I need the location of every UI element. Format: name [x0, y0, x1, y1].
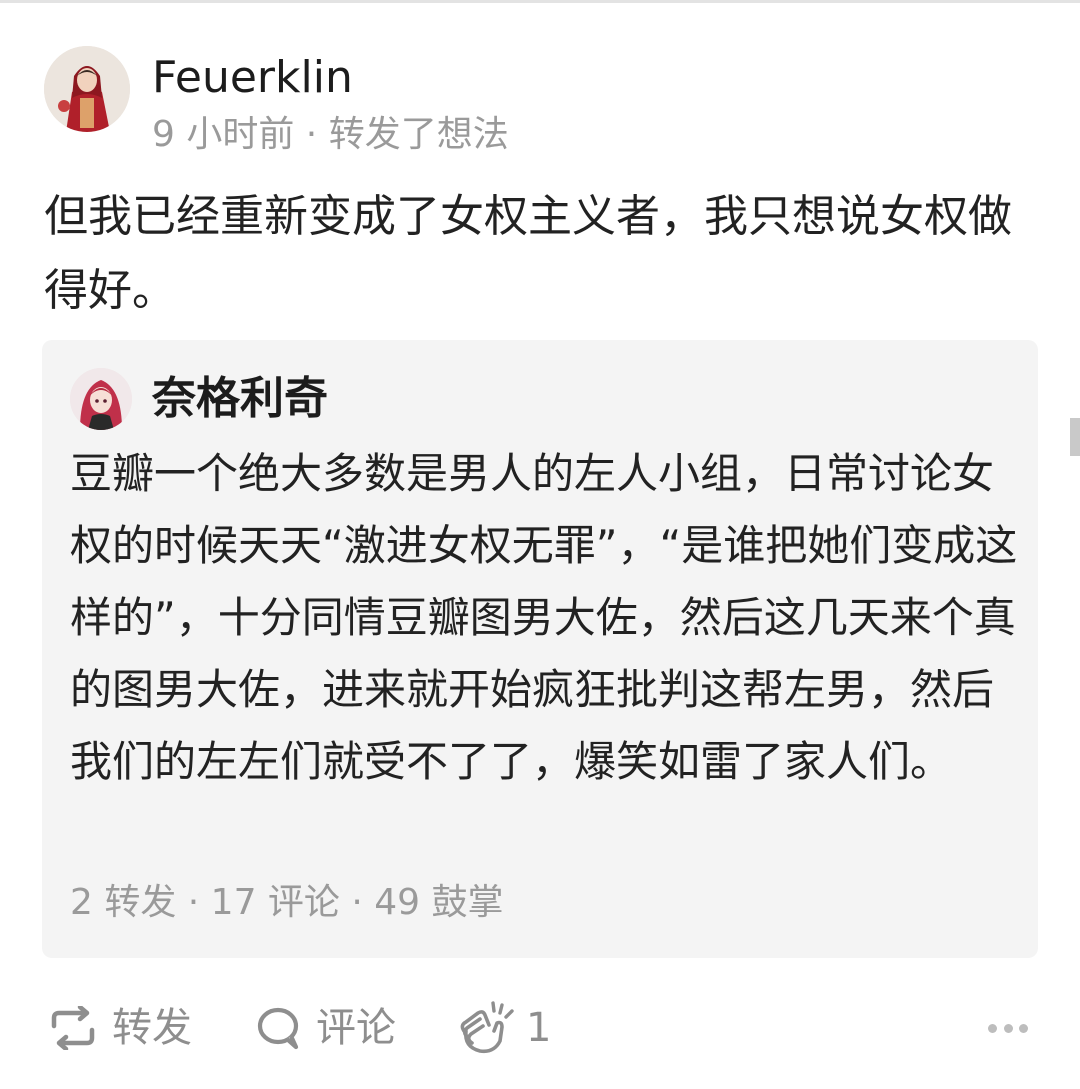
quote-stats: 2 转发 · 17 评论 · 49 鼓掌: [70, 882, 504, 923]
author-name[interactable]: Feuerklin: [152, 50, 353, 106]
status-post: Feuerklin 9 小时前 · 转发了想法 但我已经重新变成了女权主义者，我…: [0, 0, 1080, 1089]
clap-button[interactable]: 1: [456, 1000, 551, 1056]
author-avatar[interactable]: [44, 46, 130, 132]
more-dots-icon: [1019, 1023, 1028, 1033]
quote-author-name[interactable]: 奈格利奇: [152, 370, 328, 428]
repost-label: 转发: [112, 1005, 192, 1051]
clap-count: 1: [526, 1005, 552, 1051]
quote-author-avatar[interactable]: [70, 368, 132, 430]
quote-avatar-image: [70, 368, 132, 430]
quote-body: 豆瓣一个绝大多数是男人的左人小组，日常讨论女权的时候天天“激进女权无罪”，“是谁…: [70, 449, 1018, 786]
repost-button[interactable]: 转发: [48, 1000, 192, 1056]
comment-bubble-icon: [257, 1007, 299, 1050]
post-body: 但我已经重新变成了女权主义者，我只想说女权做得好。: [44, 191, 1012, 316]
post-action-text: 转发了想法: [328, 114, 509, 155]
comment-button[interactable]: 评论: [256, 1000, 396, 1056]
meta-separator: ·: [294, 114, 329, 155]
repost-icon: [51, 1006, 95, 1050]
quoted-post-card[interactable]: 奈格利奇 豆瓣一个绝大多数是男人的左人小组，日常讨论女权的时候天天“激进女权无罪…: [42, 340, 1038, 958]
more-dots-icon: [1003, 1023, 1013, 1033]
post-meta: 9 小时前 · 转发了想法: [152, 112, 509, 158]
clap-icon: [460, 1001, 514, 1054]
more-button[interactable]: [988, 1018, 1028, 1038]
comment-label: 评论: [316, 1005, 396, 1051]
author-avatar-image: [44, 46, 130, 132]
post-time: 9 小时前: [152, 114, 295, 155]
more-dots-icon: [988, 1023, 997, 1033]
